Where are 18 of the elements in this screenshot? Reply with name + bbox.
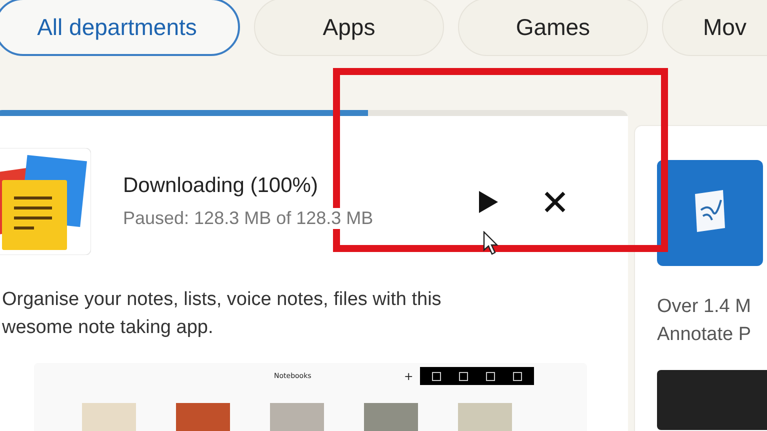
download-status: Downloading (100%) bbox=[123, 174, 319, 198]
plus-label: + bbox=[404, 370, 414, 382]
category-tab[interactable]: Mov bbox=[662, 0, 767, 56]
notebook-cover bbox=[364, 403, 418, 431]
category-tab[interactable]: Apps bbox=[254, 0, 444, 56]
app-description: Annotate P bbox=[657, 324, 752, 346]
app-description: wesome note taking app. bbox=[2, 317, 214, 339]
notebook-cover bbox=[82, 403, 136, 431]
mouse-pointer-icon bbox=[483, 231, 499, 255]
download-size: Paused: 128.3 MB of 128.3 MB bbox=[123, 208, 374, 229]
category-tab[interactable]: All departments bbox=[0, 0, 240, 56]
app-description: Organise your notes, lists, voice notes, files with this bbox=[2, 289, 442, 311]
notebook-cover bbox=[458, 403, 512, 431]
category-tab[interactable]: Games bbox=[458, 0, 648, 56]
notebook-cover bbox=[176, 403, 230, 431]
app-description: Over 1.4 M bbox=[657, 296, 752, 318]
pen-note-app-icon bbox=[657, 160, 763, 266]
notebook-cover bbox=[270, 403, 324, 431]
